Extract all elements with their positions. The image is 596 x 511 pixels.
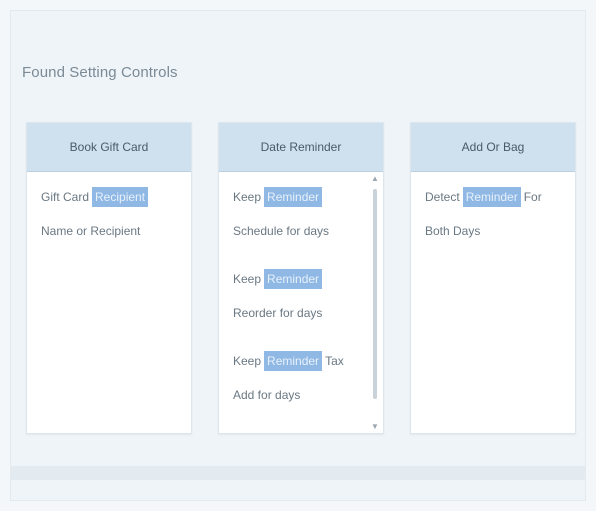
highlighted-term[interactable]: Reminder xyxy=(462,187,521,207)
card-line: Add for days xyxy=(233,384,369,406)
card-line: Keep Reminder xyxy=(233,186,369,208)
card-header[interactable]: Book Gift Card xyxy=(27,123,191,172)
line-text: Both Days xyxy=(425,224,481,238)
card-body: Gift Card Recipient Name or Recipient xyxy=(27,172,191,242)
line-text: Detect xyxy=(425,190,460,204)
card-line: Detect Reminder For xyxy=(425,186,561,208)
vertical-scrollbar[interactable]: ▲ ▼ xyxy=(369,175,381,431)
card-line: Reorder for days xyxy=(233,302,369,324)
line-text: Tax xyxy=(325,354,344,368)
card-line: Keep Reminder xyxy=(233,268,369,290)
reminder-group: Keep Reminder Tax Add for days xyxy=(233,350,369,406)
scroll-area[interactable]: Keep Reminder Schedule for days Keep Rem… xyxy=(219,172,383,433)
card-header[interactable]: Date Reminder xyxy=(219,123,383,172)
line-text: Gift Card xyxy=(41,190,90,204)
card-body: Detect Reminder For Both Days xyxy=(411,172,575,242)
line-text: Name or Recipient xyxy=(41,224,141,238)
page-title: Found Setting Controls xyxy=(22,64,178,81)
reminder-group: Keep Reminder Reorder for days xyxy=(233,268,369,324)
line-text: Add for days xyxy=(233,388,301,402)
triangle-up-icon[interactable]: ▲ xyxy=(371,175,379,183)
line-text: Reorder for days xyxy=(233,306,323,320)
highlighted-term[interactable]: Reminder xyxy=(264,269,323,289)
card-header[interactable]: Add Or Bag xyxy=(411,123,575,172)
line-text: Keep xyxy=(233,190,262,204)
card-line: Keep Reminder Tax xyxy=(233,350,369,372)
scrollbar-thumb[interactable] xyxy=(373,189,377,399)
card-line: Name or Recipient xyxy=(41,220,177,242)
triangle-down-icon[interactable]: ▼ xyxy=(371,423,379,431)
line-text: For xyxy=(523,190,542,204)
card-date-reminder: Date Reminder Keep Reminder Schedule for… xyxy=(218,122,384,434)
card-gift-card: Book Gift Card Gift Card Recipient Name … xyxy=(26,122,192,434)
line-text: Keep xyxy=(233,272,262,286)
highlighted-term[interactable]: Reminder xyxy=(264,351,323,371)
card-line: Gift Card Recipient xyxy=(41,186,177,208)
footer-bar xyxy=(10,466,586,480)
highlighted-term[interactable]: Reminder xyxy=(264,187,323,207)
line-text: Schedule for days xyxy=(233,224,330,238)
line-text: Keep xyxy=(233,354,262,368)
reminder-group: Keep Reminder Schedule for days xyxy=(233,186,369,242)
card-line: Both Days xyxy=(425,220,561,242)
card-body: Keep Reminder Schedule for days Keep Rem… xyxy=(219,172,383,406)
card-add-or-bag: Add Or Bag Detect Reminder For Both Days xyxy=(410,122,576,434)
highlighted-term[interactable]: Recipient xyxy=(92,187,149,207)
card-line: Schedule for days xyxy=(233,220,369,242)
